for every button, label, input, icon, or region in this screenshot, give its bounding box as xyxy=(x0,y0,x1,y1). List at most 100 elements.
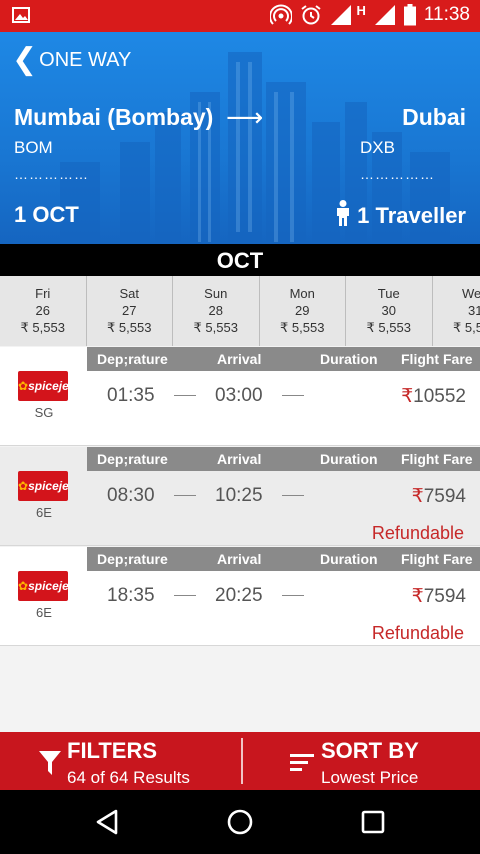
airline-code: SG xyxy=(34,405,54,420)
date-option[interactable]: Sun 28 ₹ 5,553 xyxy=(173,276,260,346)
traveller-count[interactable]: 1 Traveller xyxy=(335,200,466,232)
day-name: Wed xyxy=(462,286,480,301)
results-count: 64 of 64 Results xyxy=(67,768,190,787)
duration-header: Duration xyxy=(320,351,378,367)
arrival-time: 03:00 xyxy=(215,385,263,406)
separator-dash xyxy=(282,495,304,496)
separator-dash xyxy=(174,595,196,596)
flight-table-header: Dep;rature Arrival Duration Flight Fare xyxy=(87,347,480,371)
trip-type-label: ONE WAY xyxy=(39,48,132,71)
flight-table-header: Dep;rature Arrival Duration Flight Fare xyxy=(87,447,480,471)
filters-button[interactable]: FILTERS 64 of 64 Results xyxy=(0,732,242,790)
separator-dash xyxy=(174,495,196,496)
image-icon xyxy=(12,6,30,24)
departure-header: Dep;rature xyxy=(97,351,168,367)
day-price: ₹ 5,553 xyxy=(20,320,65,335)
signal-icon xyxy=(330,4,352,26)
airline-code: 6E xyxy=(36,605,52,620)
sort-lines-icon xyxy=(290,752,314,777)
flight-table-header: Dep;rature Arrival Duration Flight Fare xyxy=(87,547,480,571)
arrival-time: 20:25 xyxy=(215,585,263,606)
arrival-header: Arrival xyxy=(217,451,262,467)
filters-label: FILTERS xyxy=(67,738,158,763)
arrival-header: Arrival xyxy=(217,551,262,567)
back-triangle-icon[interactable] xyxy=(94,808,120,841)
arrow-right-icon: ⟶ xyxy=(226,102,264,132)
person-icon xyxy=(335,200,351,232)
arrival-header: Arrival xyxy=(217,351,262,367)
bottom-action-bar: FILTERS 64 of 64 Results SORT BY Lowest … xyxy=(0,732,480,790)
spicejet-logo: ✿spicejet xyxy=(18,371,68,401)
departure-time: 18:35 xyxy=(107,585,155,606)
day-price: ₹ 5,553 xyxy=(453,320,480,335)
home-circle-icon[interactable] xyxy=(226,808,254,841)
alarm-icon xyxy=(300,4,322,26)
flight-fare: ₹7594 xyxy=(412,585,466,608)
search-summary-header: ❮ ONE WAY Mumbai (Bombay) ⟶ Dubai BOM DX… xyxy=(0,32,480,244)
refundable-tag: Refundable xyxy=(371,523,464,543)
recents-square-icon[interactable] xyxy=(360,808,386,841)
day-name: Tue xyxy=(377,286,400,301)
fare-amount: 10552 xyxy=(413,386,466,407)
separator-dash xyxy=(282,595,304,596)
filter-funnel-icon xyxy=(38,750,62,781)
day-price: ₹ 5,553 xyxy=(193,320,238,335)
day-price: ₹ 5,553 xyxy=(280,320,325,335)
departure-time: 01:35 xyxy=(107,385,155,406)
origin-city: Mumbai (Bombay) xyxy=(14,104,214,130)
battery-icon xyxy=(403,4,416,26)
sort-button[interactable]: SORT BY Lowest Price xyxy=(242,732,480,790)
fare-header: Flight Fare xyxy=(401,351,473,367)
spicejet-logo: ✿spicejet xyxy=(18,571,68,601)
origin-code: BOM xyxy=(14,138,53,157)
day-name: Mon xyxy=(289,286,315,301)
status-bar: H 11:38 xyxy=(0,0,480,32)
duration-header: Duration xyxy=(320,451,378,467)
day-number: 29 xyxy=(295,303,310,318)
fare-header: Flight Fare xyxy=(401,551,473,567)
system-navigation-bar xyxy=(0,790,480,854)
day-number: 26 xyxy=(35,303,50,318)
rupee-symbol: ₹ xyxy=(401,386,414,407)
chevron-left-icon: ❮ xyxy=(12,43,38,76)
fare-amount: 7594 xyxy=(423,486,466,507)
arrival-time: 10:25 xyxy=(215,485,263,506)
separator-dash xyxy=(174,395,196,396)
departure-header: Dep;rature xyxy=(97,551,168,567)
destination-city: Dubai xyxy=(402,104,466,130)
departure-header: Dep;rature xyxy=(97,451,168,467)
rupee-symbol: ₹ xyxy=(411,586,424,607)
date-option[interactable]: Mon 29 ₹ 5,553 xyxy=(259,276,346,346)
day-price: ₹ 5,553 xyxy=(107,320,152,335)
spicejet-logo: ✿spicejet xyxy=(18,471,68,501)
airline-code: 6E xyxy=(36,505,52,520)
back-button[interactable]: ❮ ONE WAY xyxy=(12,43,132,76)
date-option[interactable]: Fri 26 ₹ 5,553 xyxy=(0,276,87,346)
day-price: ₹ 5,553 xyxy=(366,320,411,335)
date-option[interactable]: Wed 31 ₹ 5,553 xyxy=(432,276,480,346)
network-type-label: H xyxy=(356,2,366,18)
day-name: Fri xyxy=(35,286,51,301)
fare-header: Flight Fare xyxy=(401,451,473,467)
clock-time: 11:38 xyxy=(423,4,470,25)
refundable-tag: Refundable xyxy=(371,623,464,643)
flight-row[interactable]: Dep;rature Arrival Duration Flight Fare … xyxy=(0,347,480,446)
date-option[interactable]: Sat 27 ₹ 5,553 xyxy=(86,276,173,346)
day-name: Sun xyxy=(204,286,228,301)
traveller-label: 1 Traveller xyxy=(357,203,466,228)
flight-fare: ₹7594 xyxy=(412,485,466,508)
day-number: 31 xyxy=(468,303,480,318)
duration-header: Duration xyxy=(320,551,378,567)
date-option[interactable]: Tue 30 ₹ 5,553 xyxy=(346,276,433,346)
month-header: OCT xyxy=(0,244,480,276)
separator-dash xyxy=(282,395,304,396)
day-number: 28 xyxy=(208,303,223,318)
flight-results-screen: H 11:38 ❮ ONE WAY Mumbai (Bombay) ⟶ Duba… xyxy=(0,0,480,854)
flight-row[interactable]: Dep;rature Arrival Duration Flight Fare … xyxy=(0,547,480,646)
destination-code: DXB xyxy=(360,138,395,157)
flight-row[interactable]: Dep;rature Arrival Duration Flight Fare … xyxy=(0,447,480,546)
sort-value: Lowest Price xyxy=(321,768,419,787)
date-selector-strip[interactable]: Fri 26 ₹ 5,553 Sat 27 ₹ 5,553 Sun 28 ₹ 5… xyxy=(0,276,480,346)
hotspot-icon xyxy=(270,4,293,26)
travel-date[interactable]: 1 OCT xyxy=(14,202,79,228)
